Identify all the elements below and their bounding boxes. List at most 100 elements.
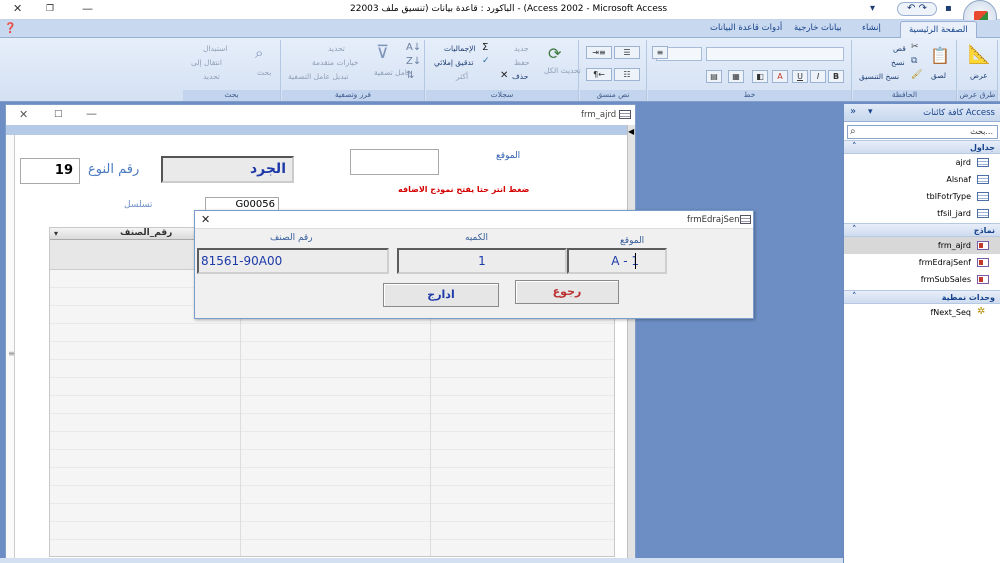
find-button[interactable]: بحث <box>257 68 271 77</box>
tab-database-tools[interactable]: أدوات قاعدة البيانات <box>710 23 782 33</box>
nav-item-frmedrajsenf[interactable]: frmEdrajSenf <box>844 254 1000 271</box>
nav-item-label: frm_ajrd <box>937 241 971 250</box>
spelling-button[interactable]: تدقيق إملائي <box>434 58 473 67</box>
item-number-input[interactable]: 81561-90A00 <box>197 248 389 274</box>
save-icon[interactable]: ▪ <box>945 3 952 14</box>
save-record-button[interactable]: حفظ <box>514 58 530 67</box>
tab-home[interactable]: الصفحة الرئيسية <box>900 21 977 38</box>
nav-item-frmsubsales[interactable]: frmSubSales <box>844 271 1000 288</box>
location-field[interactable] <box>350 149 439 175</box>
nav-item-fnext-seq[interactable]: fNext_Seq ✲ <box>844 304 1000 321</box>
underline-button[interactable]: U <box>792 70 808 83</box>
font-name-combo[interactable] <box>706 47 844 61</box>
section-label: جداول <box>969 143 995 152</box>
binoculars-icon[interactable]: ⌕ <box>255 44 263 62</box>
rtl-icon[interactable]: ¶← <box>586 68 612 81</box>
selection-button[interactable]: تحديد <box>328 44 345 53</box>
close-icon[interactable]: ✕ <box>13 2 22 15</box>
toggle-filter-button[interactable]: تبديل عامل التصفية <box>288 72 349 81</box>
column-dropdown-icon[interactable]: ▾ <box>54 229 58 238</box>
fill-color-icon[interactable]: ◧ <box>752 70 768 83</box>
paste-icon[interactable]: 📋 <box>930 46 950 65</box>
delete-icon: ✕ <box>500 70 509 81</box>
location-input[interactable]: A - 1 <box>567 248 667 274</box>
nav-section-forms[interactable]: نماذج ˄ <box>844 223 1000 237</box>
filter-icon[interactable]: ⊽ <box>376 42 389 63</box>
nav-header[interactable]: كافة كائنات Access ▾ » <box>844 104 1000 122</box>
align-left-icon[interactable]: ≡ <box>652 46 668 59</box>
view-icon[interactable]: 📐 <box>968 44 990 65</box>
advanced-button[interactable]: خيارات متقدمة <box>312 58 358 67</box>
filter-button[interactable]: عامل تصفية <box>374 68 412 77</box>
new-record-button[interactable]: جديد <box>514 44 529 53</box>
nav-dropdown-icon[interactable]: ▾ <box>868 107 873 117</box>
quantity-input[interactable]: 1 <box>397 248 567 274</box>
group-label: طرق عرض <box>958 90 997 101</box>
sort-descending-icon[interactable]: Z↓ <box>406 56 421 67</box>
group-label: نص منسق <box>580 90 646 101</box>
nav-collapse-icon[interactable]: » <box>850 106 856 117</box>
refresh-all-button[interactable]: تحديث الكل <box>544 66 581 75</box>
quick-access-dropdown-icon[interactable]: ▾ <box>870 3 875 14</box>
minimize-icon[interactable]: — <box>82 2 93 15</box>
form-restore-icon[interactable]: □ <box>54 109 63 119</box>
nav-item-alsnaf[interactable]: Alsnaf <box>844 171 1000 188</box>
nav-item-label: fNext_Seq <box>930 308 971 317</box>
italic-button[interactable]: I <box>810 70 826 83</box>
nav-item-tfsil-jard[interactable]: tfsil_jard <box>844 205 1000 222</box>
collapse-icon: ˄ <box>852 142 857 152</box>
help-icon[interactable]: ❓ <box>4 23 16 34</box>
alternate-fill-icon[interactable]: ▤ <box>706 70 722 83</box>
grid-col-item-number[interactable]: رقم_الصنف <box>120 228 172 238</box>
replace-button[interactable]: استبدال <box>203 44 227 53</box>
form-close-icon[interactable]: ✕ <box>19 108 28 121</box>
name-field[interactable]: الجرد <box>161 156 294 183</box>
sort-ascending-icon[interactable]: A↓ <box>406 42 421 53</box>
type-number-field[interactable]: 19 <box>20 158 80 184</box>
tab-create[interactable]: إنشاء <box>862 23 881 33</box>
paste-button[interactable]: لصق <box>931 71 946 80</box>
format-painter-button[interactable]: نسخ التنسيق <box>859 72 899 81</box>
table-icon <box>977 192 989 201</box>
record-selector-bar[interactable]: ◀ <box>627 125 635 562</box>
nav-title: كافة كائنات Access <box>923 108 995 118</box>
nav-section-modules[interactable]: وحدات نمطية ˄ <box>844 290 1000 304</box>
tab-external-data[interactable]: بيانات خارجية <box>794 23 842 33</box>
spelling-icon: ✓ <box>482 56 490 66</box>
restore-icon[interactable]: ❐ <box>46 4 54 14</box>
copy-button[interactable]: نسخ <box>891 58 905 67</box>
goto-button[interactable]: انتقال إلى <box>191 58 222 67</box>
totals-button[interactable]: الإجماليات <box>444 44 476 53</box>
nav-item-label: frmSubSales <box>920 275 971 284</box>
undo-redo-icon[interactable]: ↶ ↷ <box>897 2 937 16</box>
more-button[interactable]: أكثر <box>456 72 468 81</box>
nav-search-input[interactable]: بحث... ⌕ <box>847 125 998 139</box>
select-button[interactable]: تحديد <box>203 72 220 81</box>
form-minimize-icon[interactable]: — <box>86 107 97 120</box>
back-button[interactable]: رجوع <box>515 280 619 304</box>
nav-item-label: Alsnaf <box>946 175 971 184</box>
refresh-icon[interactable]: ⟳ <box>548 44 561 63</box>
table-icon <box>977 158 989 167</box>
gridlines-icon[interactable]: ▦ <box>728 70 744 83</box>
nav-item-tblfotrtype[interactable]: tblFotrType <box>844 188 1000 205</box>
bold-button[interactable]: B <box>828 70 844 83</box>
cut-button[interactable]: قص <box>893 44 906 53</box>
table-icon <box>977 175 989 184</box>
hint-text: ضغط انتر حتا يفتح نموذج الاضافه <box>398 185 530 194</box>
nav-item-ajrd[interactable]: ajrd <box>844 154 1000 171</box>
dialog-close-icon[interactable]: ✕ <box>201 213 210 226</box>
form-detail-area: ≡ 19 رقم النوع الجرد الموقع ضغط انتر حتا… <box>6 135 627 562</box>
font-color-button[interactable]: A <box>772 70 788 83</box>
view-button[interactable]: عرض <box>970 71 988 80</box>
delete-record-button[interactable]: حذف <box>512 72 528 81</box>
nav-section-tables[interactable]: جداول ˄ <box>844 140 1000 154</box>
bullets-icon[interactable]: ☰ <box>614 46 640 59</box>
resize-grip-icon[interactable]: ≡ <box>8 349 15 358</box>
numbering-icon[interactable]: ☷ <box>614 68 640 81</box>
location-label: الموقع <box>496 151 521 161</box>
indent-icon[interactable]: ⇥≡ <box>586 46 612 59</box>
serial-label: تسلسل <box>124 200 153 210</box>
nav-item-frm-ajrd[interactable]: frm_ajrd <box>844 237 1000 254</box>
insert-button[interactable]: ادارج <box>383 283 499 307</box>
